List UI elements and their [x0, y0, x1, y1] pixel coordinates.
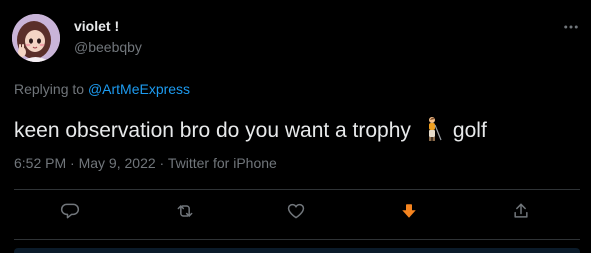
- meta-separator-1: ·: [66, 155, 79, 171]
- tweet-date[interactable]: May 9, 2022: [79, 155, 156, 171]
- golf-person-emoji-icon: [419, 116, 445, 142]
- tweet-text: keen observation bro do you want a troph…: [14, 116, 487, 143]
- reply-button[interactable]: [59, 202, 81, 224]
- heart-icon: [286, 201, 306, 226]
- reply-icon: [60, 201, 80, 226]
- tweet-text-main: keen observation bro do you want a troph…: [14, 119, 411, 142]
- action-bar: [14, 192, 580, 232]
- divider: [14, 189, 580, 190]
- divider: [14, 239, 580, 240]
- replying-to-line: Replying to @ArtMeExpress: [14, 81, 190, 97]
- more-options-icon[interactable]: [560, 16, 582, 38]
- meta-separator-2: ·: [155, 155, 168, 171]
- display-name[interactable]: violet !: [74, 18, 119, 34]
- tweet-metadata: 6:52 PM · May 9, 2022 · Twitter for iPho…: [14, 155, 277, 171]
- tweet-time[interactable]: 6:52 PM: [14, 155, 66, 171]
- tweet-text-tail: golf: [452, 119, 487, 142]
- retweet-button[interactable]: [174, 202, 196, 224]
- share-icon: [511, 201, 531, 226]
- avatar[interactable]: [12, 14, 60, 62]
- like-button[interactable]: [285, 202, 307, 224]
- user-handle[interactable]: @beebqby: [74, 39, 142, 55]
- tweet-card: violet ! @beebqby Replying to @ArtMeExpr…: [0, 0, 591, 253]
- mention-link[interactable]: @ArtMeExpress: [88, 81, 190, 97]
- arrow-down-icon: [400, 202, 418, 225]
- down-arrow-button[interactable]: [398, 202, 420, 224]
- share-button[interactable]: [510, 202, 532, 224]
- retweet-icon: [174, 201, 196, 226]
- reply-composer-edge: [14, 248, 580, 253]
- tweet-source[interactable]: Twitter for iPhone: [168, 155, 277, 171]
- replying-prefix: Replying to: [14, 81, 88, 97]
